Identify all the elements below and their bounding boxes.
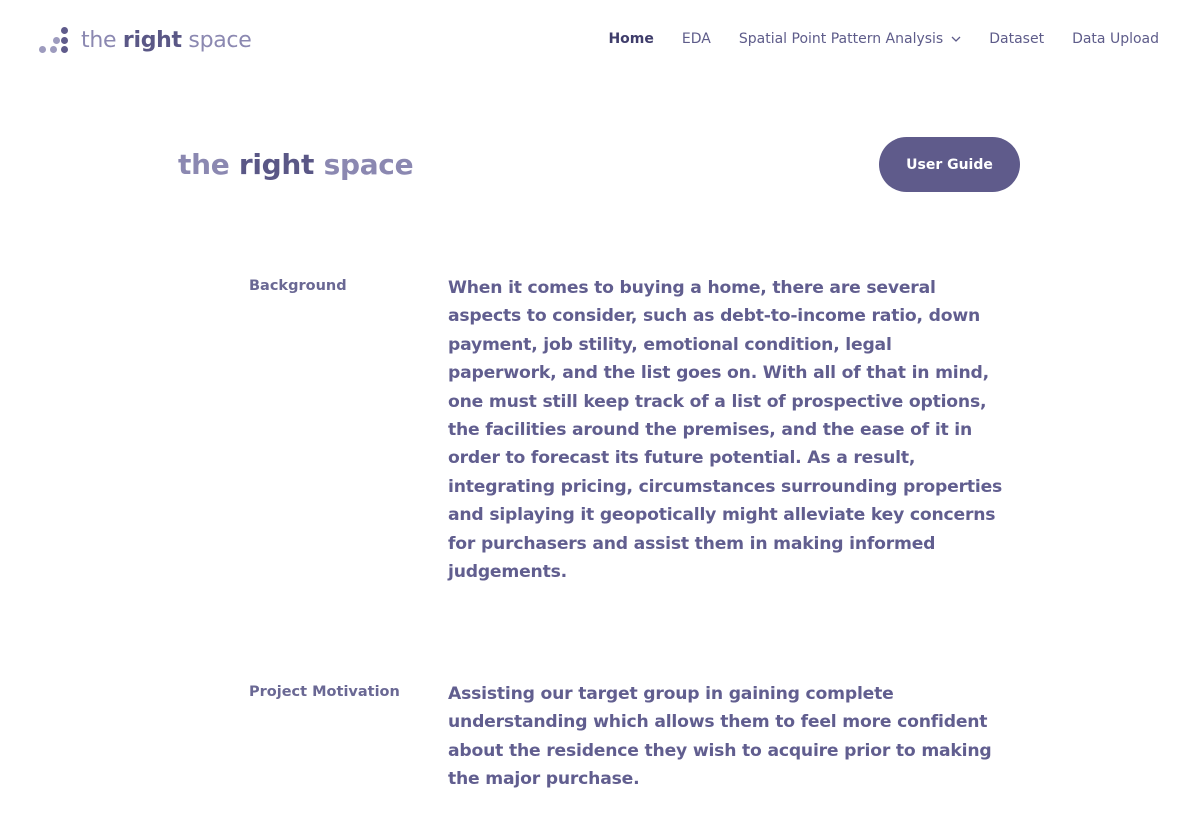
nav-spatial-label: Spatial Point Pattern Analysis [738,31,944,47]
nav-spatial-point-pattern-analysis[interactable]: Spatial Point Pattern Analysis [739,31,961,47]
motivation-section: Project Motivation Assisting our target … [249,680,1009,794]
logo-text: the right space [81,28,252,53]
section-text: Assisting our target group in gaining co… [448,684,992,790]
logo-dots-icon [38,26,70,56]
page-title: the right space [178,148,414,181]
nav-dataset[interactable]: Dataset [989,31,1044,47]
chevron-down-icon [951,36,961,42]
nav-home[interactable]: Home [608,31,653,47]
section-label: Project Motivation [249,684,400,700]
main-nav: Home EDA Spatial Point Pattern Analysis … [580,31,1159,47]
page: the right space Home EDA Spatial Point P… [0,0,1195,828]
user-guide-button[interactable]: User Guide [879,137,1020,192]
section-label: Background [249,278,347,294]
background-section: Background When it comes to buying a hom… [249,274,1009,586]
nav-eda[interactable]: EDA [682,31,711,47]
nav-data-upload[interactable]: Data Upload [1072,31,1159,47]
site-logo[interactable]: the right space [38,26,252,56]
section-text: When it comes to buying a home, there ar… [448,278,1003,583]
